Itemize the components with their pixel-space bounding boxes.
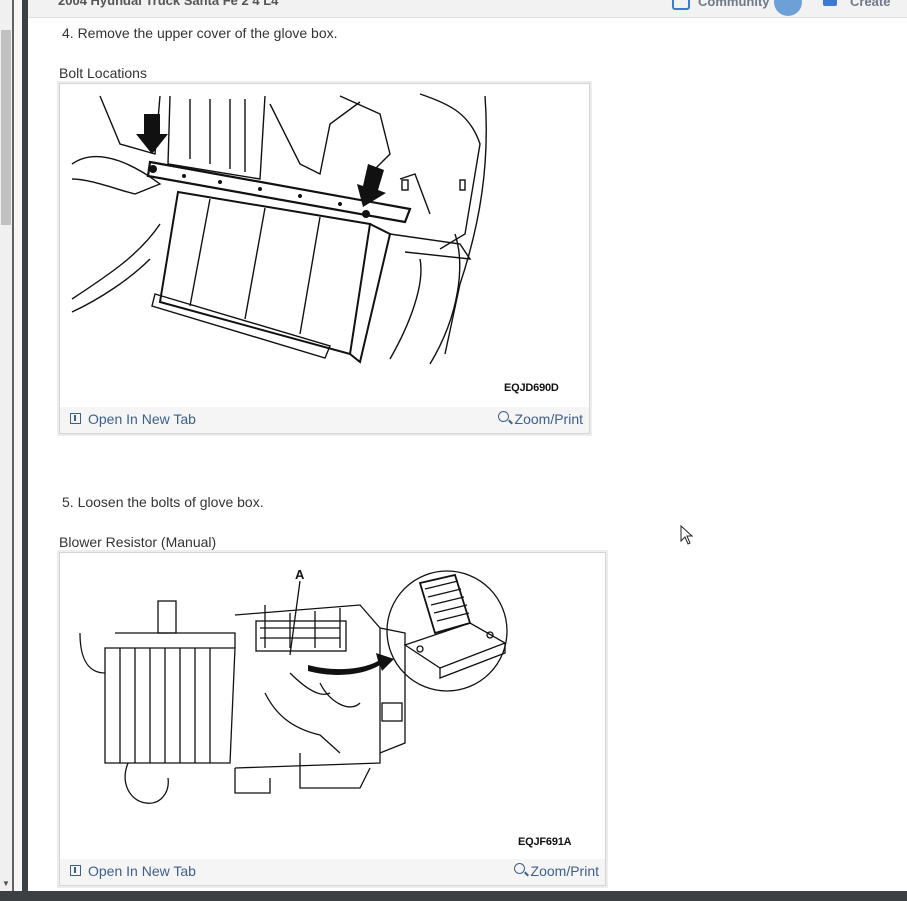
open-in-new-tab-link[interactable]: Open In New Tab bbox=[70, 411, 196, 427]
window-bottom-border bbox=[0, 891, 907, 901]
main-content: 4. Remove the upper cover of the glove b… bbox=[28, 0, 907, 891]
figure-footer: Open In New Tab Zoom/Print bbox=[60, 859, 605, 885]
step-4-text: 4. Remove the upper cover of the glove b… bbox=[62, 25, 338, 41]
magnifier-zoom-icon bbox=[497, 411, 509, 422]
zoom-print-link[interactable]: Zoom/Print bbox=[497, 411, 583, 427]
step-5-text: 5. Loosen the bolts of glove box. bbox=[62, 494, 264, 510]
blower-resistor-diagram: A bbox=[79, 567, 508, 804]
figure-bolt-locations: EQJD690D Open In New Tab Zoom/Print bbox=[59, 83, 590, 434]
external-tab-icon bbox=[70, 865, 81, 876]
scroll-down-arrow-icon[interactable]: ▼ bbox=[2, 880, 10, 888]
external-tab-icon bbox=[70, 413, 81, 424]
scrollbar-thumb[interactable] bbox=[1, 30, 11, 225]
callout-a: A bbox=[295, 567, 305, 582]
figure-2-caption: Blower Resistor (Manual) bbox=[59, 534, 217, 550]
figure-blower-resistor: A EQJF691A Open In New Tab Zoom/Print bbox=[59, 552, 606, 886]
open-in-new-tab-link[interactable]: Open In New Tab bbox=[70, 863, 196, 879]
zoom-print-link[interactable]: Zoom/Print bbox=[513, 863, 599, 879]
figure-code: EQJF691A bbox=[518, 836, 572, 848]
mouse-pointer-icon bbox=[680, 525, 694, 545]
bolt-locations-diagram bbox=[71, 93, 487, 365]
figure-code: EQJD690D bbox=[504, 382, 559, 394]
window-gap bbox=[14, 0, 22, 901]
figure-1-caption: Bolt Locations bbox=[59, 65, 147, 81]
scrollbar-track[interactable]: ▼ bbox=[0, 0, 12, 890]
figure-footer: Open In New Tab Zoom/Print bbox=[60, 407, 589, 433]
magnifier-zoom-icon bbox=[513, 863, 525, 874]
